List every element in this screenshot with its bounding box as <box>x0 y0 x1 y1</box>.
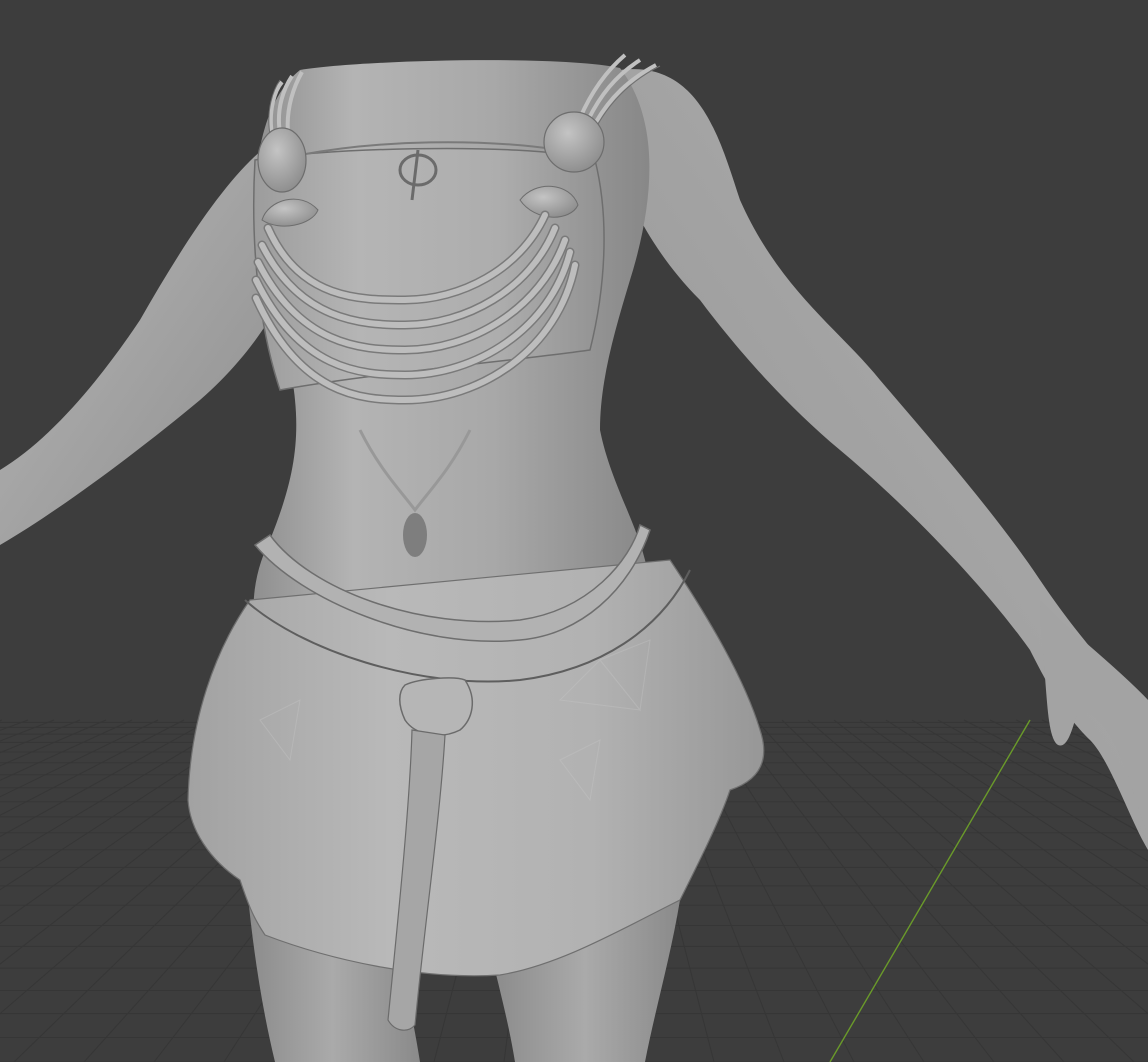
right-shoulder-bead <box>257 127 307 193</box>
navel <box>403 513 427 557</box>
left-shoulder-bead <box>543 111 605 173</box>
viewport-canvas[interactable] <box>0 0 1148 1062</box>
3d-viewport[interactable] <box>0 0 1148 1062</box>
belt-knot[interactable] <box>399 677 474 736</box>
